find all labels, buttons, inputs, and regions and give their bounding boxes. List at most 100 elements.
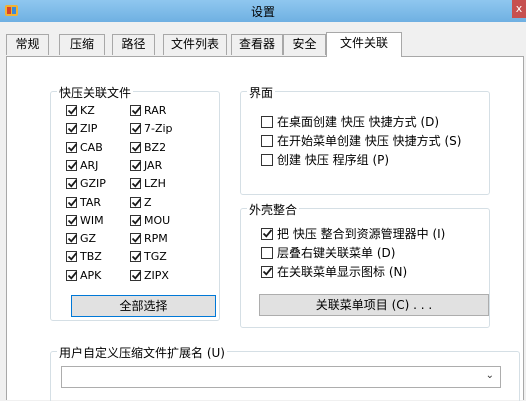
association-checkbox[interactable]: TBZ (66, 250, 102, 263)
interface-option-label: 在桌面创建 快压 快捷方式 (D) (277, 115, 440, 129)
association-checkbox[interactable]: RAR (130, 104, 166, 117)
association-label: GZ (80, 232, 97, 246)
checkmark-icon[interactable] (66, 178, 78, 190)
association-label: ZIP (80, 122, 98, 136)
association-label: ARJ (80, 158, 99, 172)
interface-option-label: 在开始菜单创建 快压 快捷方式 (S) (277, 134, 462, 148)
custom-extension-group: 用户自定义压缩文件扩展名 (U) ⌄ (50, 344, 520, 401)
association-group: 快压关联文件 KZ ZIP CAB ARJ GZIP TAR WIM GZ TBZ APK RAR… (50, 84, 220, 321)
association-checkbox[interactable]: TGZ (130, 250, 167, 263)
association-label: RPM (144, 232, 168, 246)
association-label: GZIP (80, 177, 106, 191)
tab-security[interactable]: 安全 (283, 34, 326, 55)
checkmark-icon[interactable] (130, 178, 142, 190)
window-title: 设置 (250, 5, 275, 19)
association-label: BZ2 (144, 140, 167, 154)
checkbox-empty-icon[interactable] (261, 134, 273, 147)
checkmark-icon[interactable] (130, 269, 142, 281)
checkmark-icon[interactable] (66, 214, 78, 226)
association-checkbox[interactable]: LZH (130, 177, 166, 190)
association-label: CAB (80, 140, 103, 154)
association-checkbox[interactable]: GZ (66, 232, 96, 245)
association-label: Z (144, 195, 152, 209)
association-checkbox[interactable]: RPM (130, 232, 168, 245)
association-label: MOU (144, 213, 171, 227)
tab-general[interactable]: 常规 (6, 34, 49, 55)
checkmark-icon[interactable] (130, 105, 142, 116)
association-checkbox[interactable]: Z (130, 196, 152, 209)
checkmark-icon[interactable] (130, 141, 142, 153)
association-checkbox[interactable]: 7-Zip (130, 122, 173, 135)
association-checkbox[interactable]: KZ (66, 104, 95, 117)
checkmark-icon[interactable] (66, 123, 78, 135)
association-label: ZIPX (144, 268, 169, 282)
checkbox-empty-icon[interactable] (261, 115, 273, 128)
checkmark-icon[interactable] (66, 269, 78, 281)
title-bar: 设置 x (0, 0, 526, 22)
association-label: LZH (144, 177, 166, 191)
select-all-button[interactable]: 全部选择 (71, 295, 216, 317)
association-label: KZ (80, 104, 95, 117)
checkmark-icon[interactable] (130, 159, 142, 171)
association-checkbox[interactable]: TAR (66, 196, 101, 209)
association-checkbox[interactable]: CAB (66, 141, 103, 154)
association-label: TGZ (144, 250, 167, 264)
interface-option-checkbox[interactable]: 在桌面创建 快压 快捷方式 (D) (261, 113, 439, 130)
checkmark-icon[interactable] (130, 251, 142, 263)
shell-group-title: 外壳整合 (247, 201, 300, 218)
interface-option-checkbox[interactable]: 创建 快压 程序组 (P) (261, 151, 389, 168)
association-checkbox[interactable]: ZIP (66, 122, 97, 135)
association-label: APK (80, 268, 102, 282)
checkbox-empty-icon[interactable] (261, 246, 273, 259)
checkbox-empty-icon[interactable] (261, 153, 273, 166)
interface-option-checkbox[interactable]: 在开始菜单创建 快压 快捷方式 (S) (261, 132, 461, 149)
checkmark-icon[interactable] (66, 159, 78, 171)
checkmark-icon[interactable] (130, 123, 142, 135)
custom-extension-group-title: 用户自定义压缩文件扩展名 (U) (57, 344, 227, 361)
association-checkbox[interactable]: ARJ (66, 159, 98, 172)
association-checkbox[interactable]: GZIP (66, 177, 106, 190)
checkmark-icon[interactable] (130, 196, 142, 208)
checkmark-icon[interactable] (261, 265, 273, 278)
checkmark-icon[interactable] (66, 141, 78, 153)
close-button[interactable]: x (512, 0, 526, 18)
context-menu-items-button[interactable]: 关联菜单项目 (C) . . . (259, 294, 489, 316)
checkmark-icon[interactable] (66, 196, 78, 208)
interface-group: 界面 在桌面创建 快压 快捷方式 (D) 在开始菜单创建 快压 快捷方式 (S) 创… (240, 84, 490, 195)
association-checkbox[interactable]: ZIPX (130, 269, 169, 282)
tab-file-list[interactable]: 文件列表 (163, 34, 227, 55)
association-label: TAR (80, 195, 102, 209)
association-label: RAR (144, 104, 167, 117)
shell-option-checkbox[interactable]: 在关联菜单显示图标 (N) (261, 263, 407, 280)
checkmark-icon[interactable] (130, 233, 142, 245)
interface-group-title: 界面 (247, 84, 276, 101)
association-label: JAR (144, 158, 163, 172)
association-checkbox[interactable]: BZ2 (130, 141, 166, 154)
association-label: TBZ (80, 250, 102, 264)
association-checkbox[interactable]: WIM (66, 214, 104, 227)
interface-option-label: 创建 快压 程序组 (P) (277, 153, 390, 167)
chevron-down-icon[interactable]: ⌄ (486, 370, 494, 381)
association-checkbox[interactable]: APK (66, 269, 101, 282)
checkmark-icon[interactable] (66, 233, 78, 245)
checkmark-icon[interactable] (66, 105, 78, 116)
checkmark-icon[interactable] (66, 251, 78, 263)
shell-option-checkbox[interactable]: 把 快压 整合到资源管理器中 (I) (261, 225, 445, 242)
checkmark-icon[interactable] (261, 227, 273, 240)
tab-viewer[interactable]: 查看器 (231, 34, 283, 55)
association-checkbox[interactable]: MOU (130, 214, 170, 227)
shell-option-label: 层叠右键关联菜单 (D) (277, 246, 396, 260)
tab-path[interactable]: 路径 (112, 34, 155, 55)
shell-group: 外壳整合 把 快压 整合到资源管理器中 (I) 层叠右键关联菜单 (D) 在关联菜单… (240, 201, 490, 328)
checkmark-icon[interactable] (130, 214, 142, 226)
shell-option-label: 在关联菜单显示图标 (N) (277, 265, 408, 279)
custom-extension-combo[interactable]: ⌄ (61, 366, 501, 388)
association-label: WIM (80, 213, 104, 227)
association-label: 7-Zip (144, 122, 173, 136)
shell-option-label: 把 快压 整合到资源管理器中 (I) (277, 227, 446, 241)
association-checkbox[interactable]: JAR (130, 159, 162, 172)
shell-option-checkbox[interactable]: 层叠右键关联菜单 (D) (261, 244, 395, 261)
tab-file-association[interactable]: 文件关联 (326, 32, 402, 57)
settings-panel: 快压关联文件 KZ ZIP CAB ARJ GZIP TAR WIM GZ TBZ APK RAR… (6, 56, 524, 401)
tab-compress[interactable]: 压缩 (59, 34, 105, 55)
